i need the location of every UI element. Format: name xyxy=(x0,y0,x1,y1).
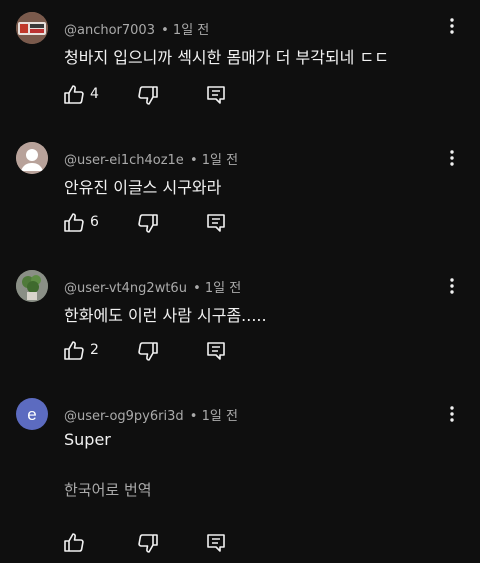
more-options-button[interactable] xyxy=(440,146,464,170)
thumbs-up-icon xyxy=(64,213,84,232)
like-button[interactable] xyxy=(62,83,86,107)
vertical-dots-icon xyxy=(450,18,454,34)
like-button[interactable] xyxy=(62,211,86,235)
translate-link[interactable]: 한국어로 번역 xyxy=(64,479,152,500)
reply-button[interactable] xyxy=(204,531,228,555)
more-options-button[interactable] xyxy=(440,274,464,298)
comment-text: Super xyxy=(64,430,111,449)
vertical-dots-icon xyxy=(450,278,454,294)
reply-comment-icon xyxy=(207,86,225,104)
author-handle[interactable]: @anchor7003 xyxy=(64,23,155,38)
avatar-photo-icon xyxy=(16,12,48,44)
more-options-button[interactable] xyxy=(440,402,464,426)
thumbs-up-icon xyxy=(64,533,84,552)
reply-comment-icon xyxy=(207,342,225,360)
thumbs-down-icon xyxy=(138,214,158,233)
plant-photo-icon xyxy=(16,270,48,302)
dislike-button[interactable] xyxy=(136,339,160,363)
like-count: 2 xyxy=(90,342,99,358)
comment-time: • 1일 전 xyxy=(189,409,238,424)
author-handle[interactable]: @user-vt4ng2wt6u xyxy=(64,281,187,296)
reply-button[interactable] xyxy=(204,83,228,107)
reply-button[interactable] xyxy=(204,339,228,363)
reply-comment-icon xyxy=(207,214,225,232)
comment-actions: 6 xyxy=(62,211,262,235)
dislike-button[interactable] xyxy=(136,531,160,555)
thumbs-up-icon xyxy=(64,341,84,360)
thumbs-down-icon xyxy=(138,86,158,105)
author-handle[interactable]: @user-ei1ch4oz1e xyxy=(64,153,184,168)
comment-time: • 1일 전 xyxy=(193,281,242,296)
vertical-dots-icon xyxy=(450,150,454,166)
comment-meta: @user-ei1ch4oz1e • 1일 전 xyxy=(64,149,238,168)
thumbs-down-icon xyxy=(138,534,158,553)
thumbs-down-icon xyxy=(138,342,158,361)
comment-actions xyxy=(62,531,262,555)
default-person-icon xyxy=(16,142,48,174)
dislike-button[interactable] xyxy=(136,211,160,235)
reply-comment-icon xyxy=(207,534,225,552)
reply-button[interactable] xyxy=(204,211,228,235)
comment-meta: @user-vt4ng2wt6u • 1일 전 xyxy=(64,277,241,296)
comment-meta: @anchor7003 • 1일 전 xyxy=(64,19,209,38)
dislike-button[interactable] xyxy=(136,83,160,107)
like-button[interactable] xyxy=(62,339,86,363)
vertical-dots-icon xyxy=(450,406,454,422)
comment-time: • 1일 전 xyxy=(161,23,210,38)
avatar[interactable] xyxy=(16,270,48,302)
avatar[interactable] xyxy=(16,12,48,44)
comment-actions: 4 xyxy=(62,83,262,107)
comment-text: 한화에도 이런 사람 시구좀..... xyxy=(64,306,267,325)
like-button[interactable] xyxy=(62,531,86,555)
comment-meta: @user-og9py6ri3d • 1일 전 xyxy=(64,405,238,424)
comment-time: • 1일 전 xyxy=(189,153,239,168)
avatar-letter: e xyxy=(27,404,37,424)
more-options-button[interactable] xyxy=(440,14,464,38)
comment-actions: 2 xyxy=(62,339,262,363)
like-count: 4 xyxy=(90,86,99,102)
thumbs-up-icon xyxy=(64,85,84,104)
author-handle[interactable]: @user-og9py6ri3d xyxy=(64,409,184,424)
avatar[interactable] xyxy=(16,142,48,174)
avatar[interactable]: e xyxy=(16,398,48,430)
comment-text: 안유진 이글스 시구와라 xyxy=(64,178,222,197)
comment-text: 청바지 입으니까 섹시한 몸매가 더 부각되네 ㄷㄷ xyxy=(64,48,389,67)
like-count: 6 xyxy=(90,214,99,230)
